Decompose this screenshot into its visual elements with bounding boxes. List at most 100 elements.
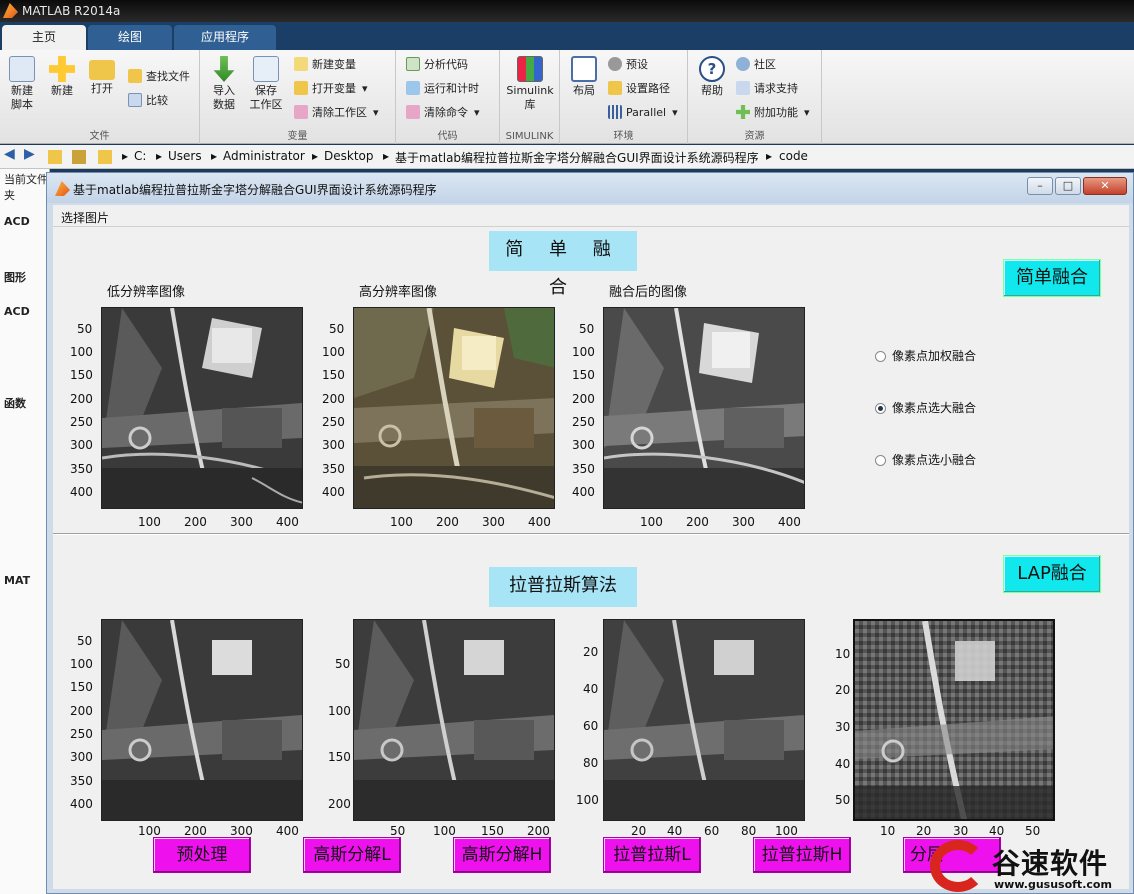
folder-item[interactable]: 图形 [4, 269, 26, 285]
forward-arrow-icon[interactable]: ▶ [24, 146, 35, 162]
open-variable-button[interactable]: 打开变量 ▾ [294, 80, 368, 98]
analyze-code-button[interactable]: 分析代码 [406, 56, 468, 74]
y-tick: 200 [572, 392, 595, 406]
folder-icon [98, 150, 112, 164]
axes-title-fused: 融合后的图像 [609, 285, 688, 300]
simulink-library-button[interactable]: Simulink 库 [506, 56, 554, 112]
open-button[interactable]: 打开 [80, 56, 124, 96]
watermark-text: 谷速软件 [992, 847, 1109, 880]
breadcrumb-administrator[interactable]: Administrator [223, 149, 305, 163]
compare-label: 比较 [146, 94, 168, 107]
open-variable-icon [294, 81, 308, 95]
clear-workspace-button[interactable]: 清除工作区 ▾ [294, 104, 379, 122]
new-variable-button[interactable]: 新建变量 [294, 56, 356, 74]
new-button[interactable]: 新建 [40, 56, 84, 98]
stopwatch-icon [406, 81, 420, 95]
new-script-icon [9, 56, 35, 82]
tab-apps[interactable]: 应用程序 [174, 25, 276, 50]
tab-home[interactable]: 主页 [2, 25, 86, 50]
breadcrumb-project-folder[interactable]: 基于matlab编程拉普拉斯金字塔分解融合GUI界面设计系统源码程序 [395, 149, 759, 166]
new-variable-label: 新建变量 [312, 58, 356, 71]
help-button[interactable]: ? 帮助 [690, 56, 734, 98]
folder-icon [608, 81, 622, 95]
folder-item[interactable]: ACD [4, 215, 30, 228]
low-res-image [101, 307, 303, 509]
find-files-button[interactable]: 查找文件 [128, 68, 190, 86]
parallel-button[interactable]: Parallel ▾ [608, 104, 678, 122]
clear-commands-button[interactable]: 清除命令 ▾ [406, 104, 480, 122]
browse-folder-icon[interactable] [72, 150, 86, 164]
y-tick: 250 [70, 415, 93, 429]
x-tick: 20 [916, 824, 932, 838]
y-tick: 10 [835, 647, 851, 661]
menu-select-image[interactable]: 选择图片 [61, 209, 109, 226]
close-button[interactable]: ✕ [1083, 177, 1127, 195]
breadcrumb-separator: ▸ [156, 149, 163, 163]
set-path-button[interactable]: 设置路径 [608, 80, 670, 98]
add-ons-button[interactable]: 附加功能 ▾ [736, 104, 810, 122]
address-bar: ◀ ▶ ▸ C: ▸ Users ▸ Administrator ▸ Deskt… [0, 145, 1134, 169]
y-tick: 200 [70, 392, 93, 406]
folder-item[interactable]: MAT [4, 574, 30, 587]
x-tick: 400 [778, 515, 801, 529]
x-tick: 40 [667, 824, 683, 838]
save-workspace-button[interactable]: 保存 工作区 [244, 56, 288, 112]
gaussian-l-button[interactable]: 高斯分解L [303, 837, 401, 873]
plus-icon [49, 56, 75, 82]
community-button[interactable]: 社区 [736, 56, 776, 74]
preferences-label: 预设 [626, 58, 648, 71]
y-tick: 40 [835, 757, 851, 771]
radio-indicator[interactable] [875, 455, 886, 466]
layered-image [853, 619, 1055, 821]
variable-group-label: 变量 [287, 131, 308, 142]
request-support-button[interactable]: 请求支持 [736, 80, 798, 98]
import-data-button[interactable]: 导入 数据 [202, 56, 246, 112]
gaussian-h-button[interactable]: 高斯分解H [453, 837, 551, 873]
y-tick: 80 [583, 756, 599, 770]
find-files-icon [128, 69, 142, 83]
laplacian-l-button[interactable]: 拉普拉斯L [603, 837, 701, 873]
radio-indicator-selected[interactable] [875, 403, 886, 414]
tab-plots[interactable]: 绘图 [88, 25, 172, 50]
radio-weighted-fusion[interactable]: 像素点加权融合 [875, 347, 976, 364]
new-script-button[interactable]: 新建 脚本 [0, 56, 44, 112]
simple-fusion-button[interactable]: 简单融合 [1003, 259, 1101, 297]
maximize-button[interactable]: □ [1055, 177, 1081, 195]
x-tick: 150 [481, 824, 504, 838]
ribbon: 新建 脚本 新建 打开 查找文件 比较 文件 导入 数据 保存 工作区 新建变量 [0, 50, 1134, 144]
preferences-button[interactable]: 预设 [608, 56, 648, 74]
folder-item[interactable]: 函数 [4, 395, 26, 411]
request-support-label: 请求支持 [754, 82, 798, 95]
y-tick: 200 [70, 704, 93, 718]
eraser-icon [406, 105, 420, 119]
clear-workspace-label: 清除工作区 [312, 106, 367, 119]
ribbon-group-environment: 布局 预设 设置路径 Parallel ▾ 环境 [560, 50, 688, 144]
add-ons-label: 附加功能 [754, 106, 798, 119]
folder-item[interactable]: ACD [4, 305, 30, 318]
import-arrow-icon [213, 56, 235, 82]
help-icon: ? [699, 56, 725, 82]
preprocess-button[interactable]: 预处理 [153, 837, 251, 873]
up-folder-icon[interactable] [48, 150, 62, 164]
laplacian-h-button[interactable]: 拉普拉斯H [753, 837, 851, 873]
radio-min-fusion[interactable]: 像素点选小融合 [875, 451, 976, 468]
x-tick: 100 [138, 515, 161, 529]
save-workspace-label: 保存 工作区 [249, 84, 283, 111]
high-res-image [353, 307, 555, 509]
panel-title: 当前文件夹 [4, 173, 48, 202]
breadcrumb-c[interactable]: C: [134, 149, 146, 163]
compare-button[interactable]: 比较 [128, 92, 168, 110]
run-and-time-button[interactable]: 运行和计时 [406, 80, 479, 98]
minimize-button[interactable]: – [1027, 177, 1053, 195]
breadcrumb-users[interactable]: Users [168, 149, 202, 163]
back-arrow-icon[interactable]: ◀ [4, 146, 15, 162]
layout-button[interactable]: 布局 [562, 56, 606, 98]
breadcrumb-code[interactable]: code [779, 149, 808, 163]
x-tick: 100 [640, 515, 663, 529]
radio-max-fusion[interactable]: 像素点选大融合 [875, 399, 976, 416]
laplacian-l-image [603, 619, 805, 821]
breadcrumb-desktop[interactable]: Desktop [324, 149, 374, 163]
open-label: 打开 [91, 82, 113, 95]
radio-indicator[interactable] [875, 351, 886, 362]
lap-fusion-button[interactable]: LAP融合 [1003, 555, 1101, 593]
